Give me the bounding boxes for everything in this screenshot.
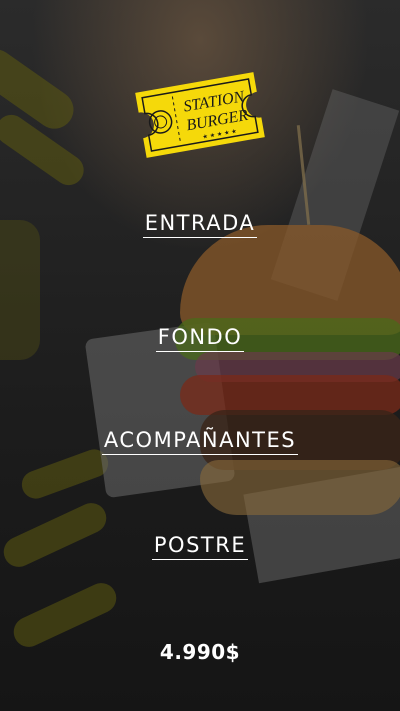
menu-item-postre[interactable]: POSTRE [0,533,400,560]
menu-item-label[interactable]: FONDO [155,325,245,352]
menu-item-label[interactable]: POSTRE [151,533,249,560]
price-label: 4.990$ [159,640,241,664]
menu-item-fondo[interactable]: FONDO [0,325,400,352]
menu-item-entrada[interactable]: ENTRADA [0,211,400,238]
menu-item-acompanantes[interactable]: ACOMPAÑANTES [0,428,400,455]
menu-item-label[interactable]: ENTRADA [142,211,258,238]
menu-item-label[interactable]: ACOMPAÑANTES [101,428,299,455]
